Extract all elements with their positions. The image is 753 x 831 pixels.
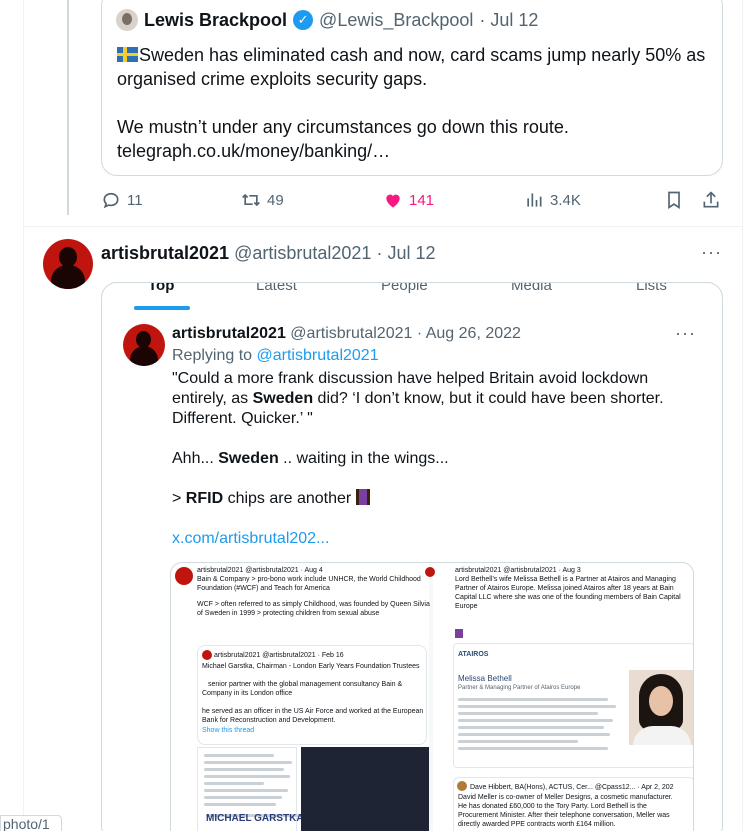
nested-quoted-box: artisbrutal2021 @artisbrutal2021 · Feb 1… [197, 645, 427, 745]
timeline-left-border [23, 0, 24, 831]
nested-right-line: Lord Bethell’s wife Melissa Bethell is a… [455, 576, 676, 583]
repost-count: 49 [267, 191, 284, 209]
quoted-tweet-header: Lewis Brackpool ✓ @Lewis_Brackpool · Jul… [116, 9, 538, 31]
inner-tweet-link: x.com/artisbrutal202... [172, 530, 330, 547]
inner-author-avatar [123, 324, 165, 366]
dave-avatar [457, 781, 467, 791]
inner-para-3: > RFID chips are another [172, 489, 692, 509]
main-author-handle[interactable]: @artisbrutal2021 [234, 243, 371, 263]
atairos-logo: ATAIROS [458, 651, 489, 658]
tab-media: Media [511, 282, 552, 294]
inner-author-handle: @artisbrutal2021 [290, 325, 413, 342]
inner-tweet-header: artisbrutal2021 @artisbrutal2021 · Aug 2… [172, 325, 521, 343]
thread-connector-line [67, 0, 69, 215]
nested-quoted-head: artisbrutal2021 @artisbrutal2021 · Feb 1… [214, 652, 344, 659]
melissa-name: Melissa Bethell [458, 674, 512, 683]
nested-quoted-line: he served as an officer in the US Air Fo… [202, 708, 424, 715]
inner-tweet-date: · Aug 26, 2022 [416, 325, 521, 342]
reply-count: 11 [127, 191, 143, 209]
quoted-tweet-card[interactable]: Lewis Brackpool ✓ @Lewis_Brackpool · Jul… [101, 0, 723, 176]
tab-lists: Lists [636, 282, 667, 294]
quoted-tweet-date[interactable]: · Jul 12 [479, 10, 538, 31]
bookmark-icon [668, 191, 680, 210]
quoted-author-handle[interactable]: @Lewis_Brackpool [319, 10, 473, 31]
nested-show-thread: Show this thread [202, 727, 255, 734]
nested-left-line: of Sweden in 1999 > protecting children … [197, 610, 380, 617]
views-button[interactable]: 3.4K [524, 190, 581, 210]
views-icon [527, 193, 542, 207]
tweet-media-image[interactable]: Top Latest People Media Lists artisbruta… [101, 282, 723, 831]
nested-left-column: artisbrutal2021 @artisbrutal2021 · Aug 4… [171, 563, 430, 831]
nested-dave-box: Dave Hibbert, BA(Hons), ACTUS, Cer... @C… [453, 777, 693, 831]
reply-icon [103, 192, 119, 209]
replying-handle: @artisbrutal2021 [256, 347, 379, 364]
repost-button[interactable]: 49 [241, 190, 284, 210]
screenshot-tabs: Top Latest People Media Lists [102, 282, 722, 310]
like-count: 141 [409, 191, 435, 209]
melissa-subtitle: Partner & Managing Partner of Atairos Eu… [458, 685, 581, 691]
quoted-author-name[interactable]: Lewis Brackpool [144, 10, 287, 31]
repost-icon [242, 193, 260, 207]
nested-right-head: artisbrutal2021 @artisbrutal2021 · Aug 3 [455, 567, 581, 574]
nested-left-head: artisbrutal2021 @artisbrutal2021 · Aug 4 [197, 567, 323, 574]
inner-more-icon: ··· [675, 323, 696, 343]
nested-quoted-line: Company in its London office [202, 690, 293, 697]
dave-line: directly awarded PPE contracts worth £16… [458, 821, 616, 828]
garstka-title: MICHAEL GARSTKA [206, 813, 304, 824]
inner-para-2: Ahh... Sweden .. waiting in the wings... [172, 450, 449, 467]
tab-top: Top [148, 282, 175, 294]
share-icon [703, 191, 719, 208]
like-button[interactable]: 141 [383, 190, 434, 210]
tab-underline [134, 306, 190, 310]
status-url-label: photo/1 [0, 815, 62, 831]
share-button[interactable] [701, 190, 721, 210]
nested-left-line: WCF > often referred to as simply Childh… [197, 601, 430, 608]
tweet-divider [24, 226, 742, 227]
nested-right-column: artisbrutal2021 @artisbrutal2021 · Aug 3… [425, 563, 693, 831]
nested-right-line: Europe [455, 603, 478, 610]
nested-screenshot: artisbrutal2021 @artisbrutal2021 · Aug 4… [170, 562, 694, 831]
dave-line: He has donated £60,000 to the Tory Party… [458, 803, 647, 810]
inner-tweet-text: "Could a more frank discussion have help… [172, 369, 692, 529]
main-tweet-date[interactable]: · Jul 12 [376, 243, 435, 263]
nested-right-avatar [425, 567, 435, 577]
replying-to: Replying to @artisbrutal2021 [172, 347, 379, 364]
nested-spool-icon [455, 629, 463, 638]
nested-right-line: Capital LLC where she was one of the fou… [455, 594, 681, 601]
nested-quoted-line: senior partner with the global managemen… [208, 681, 403, 688]
timeline-right-border [742, 0, 743, 831]
dave-line: Procurement Minister. After their teleph… [458, 812, 670, 819]
sweden-flag-icon [117, 47, 138, 62]
heart-icon [386, 194, 400, 208]
main-author-name[interactable]: artisbrutal2021 [101, 243, 229, 263]
quoted-tweet-body: Sweden has eliminated cash and now, card… [117, 45, 706, 161]
tab-people: People [381, 282, 428, 294]
nested-left-line: Foundation (#WCF) and Teach for America [197, 585, 330, 592]
quoted-tweet-text: Sweden has eliminated cash and now, card… [117, 43, 707, 163]
melissa-photo [629, 670, 693, 745]
nested-quoted-line: Michael Garstka, Chairman - London Early… [202, 663, 420, 670]
thread-spool-icon [355, 489, 370, 505]
bookmark-button[interactable] [664, 190, 684, 210]
inner-author-name: artisbrutal2021 [172, 325, 286, 342]
reply-button[interactable]: 11 [101, 190, 143, 210]
tab-latest: Latest [256, 282, 297, 294]
dave-head: Dave Hibbert, BA(Hons), ACTUS, Cer... @C… [470, 784, 674, 791]
quoted-author-avatar[interactable] [116, 9, 138, 31]
tweet-action-bar: 11 49 141 3.4K [101, 188, 725, 216]
dave-line: David Meller is co-owner of Meller Desig… [458, 794, 673, 801]
inner-para-1: "Could a more frank discussion have help… [172, 370, 664, 427]
main-tweet-header: artisbrutal2021 @artisbrutal2021 · Jul 1… [101, 243, 436, 264]
verified-badge-icon: ✓ [293, 10, 314, 30]
views-count: 3.4K [550, 191, 581, 209]
nested-dark-panel [301, 747, 429, 831]
nested-document-preview: MICHAEL GARSTKA [197, 747, 304, 831]
main-author-avatar[interactable] [43, 239, 93, 289]
nested-avatar [175, 567, 193, 585]
more-options-icon[interactable]: ··· [701, 242, 722, 263]
nested-quoted-line: Bank for Reconstruction and Development. [202, 717, 336, 724]
nested-left-line: Bain & Company > pro-bono work include U… [197, 576, 421, 583]
nested-right-line: Partner of Atairos Europe. Melissa joine… [455, 585, 674, 592]
nested-quoted-avatar [202, 650, 212, 660]
